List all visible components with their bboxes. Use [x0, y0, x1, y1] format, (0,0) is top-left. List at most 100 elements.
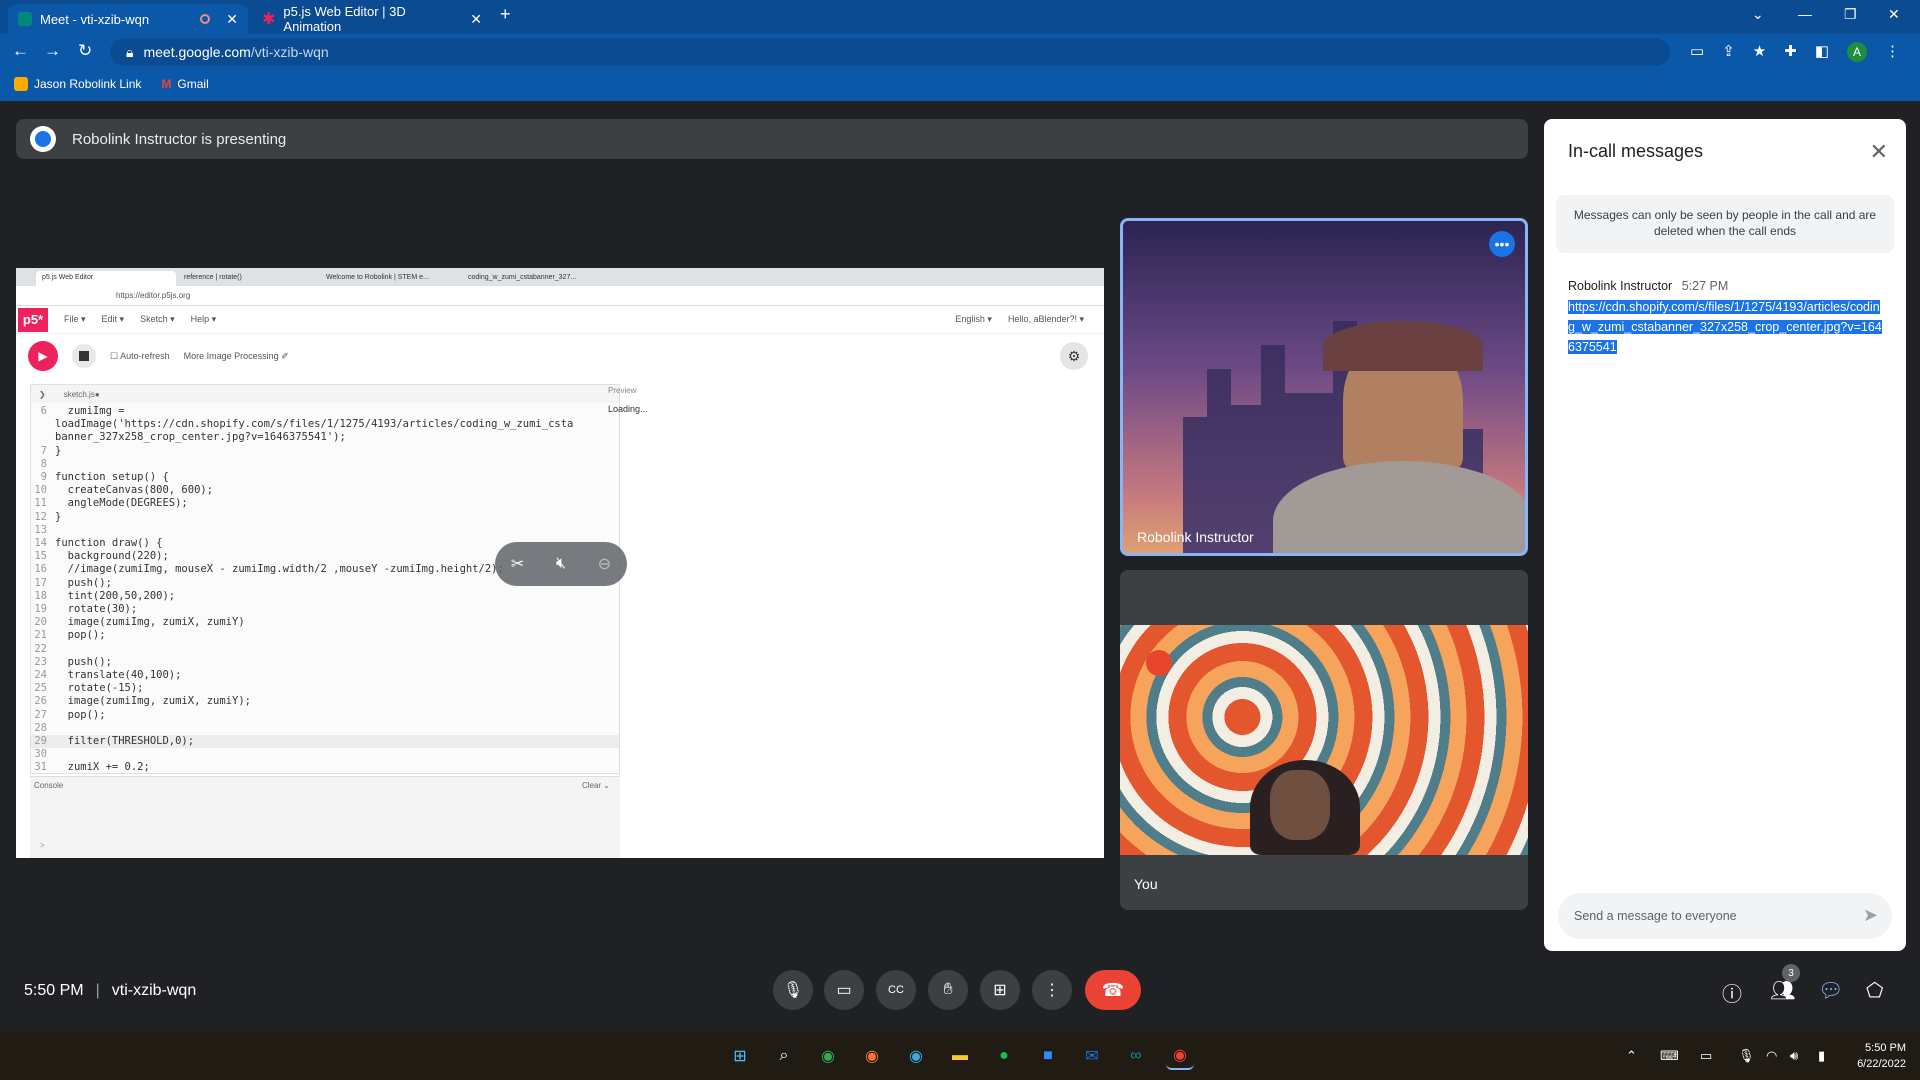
presenting-text: Robolink Instructor is presenting [72, 130, 287, 148]
file-name: sketch.js● [63, 389, 100, 399]
more-options-icon[interactable]: ••• [1489, 231, 1515, 257]
chrome-profile-icon[interactable]: ◉ [1166, 1042, 1194, 1070]
camera-toggle-icon[interactable]: ▭ [824, 970, 864, 1010]
message-link[interactable]: https://cdn.shopify.com/s/files/1/1275/4… [1568, 297, 1886, 357]
participant-name: Robolink Instructor [1137, 529, 1254, 545]
line-number: 28 [34, 721, 47, 734]
windows-start-icon[interactable]: ⊞ [726, 1042, 754, 1070]
code-line: 7} [31, 445, 619, 458]
close-tab-icon[interactable]: ✕ [226, 11, 238, 28]
preview-loading: Loading... [608, 404, 648, 414]
edge-icon[interactable]: ◉ [902, 1042, 930, 1070]
meeting-time: 5:50 PM [24, 982, 84, 999]
search-icon[interactable]: ⌕ [770, 1042, 798, 1070]
meeting-details-icon[interactable]: ⓘ [1722, 978, 1742, 1007]
arduino-icon[interactable]: ∞ [1122, 1042, 1150, 1070]
close-tab-icon[interactable]: ✕ [470, 11, 482, 28]
line-text: image(zumiImg, zumiX, zumiY) [55, 616, 245, 629]
bookmark-label: Gmail [177, 77, 209, 91]
line-text: tint(200,50,200); [55, 589, 176, 602]
console-prompt: > [40, 841, 45, 850]
minimize-icon[interactable]: — [1798, 6, 1812, 22]
wifi-icon[interactable]: ◠ [1766, 1048, 1777, 1064]
volume-icon[interactable]: 🔊︎ [1790, 1048, 1798, 1064]
toolbar: ← → ↻ 🔒︎ meet.google.com/vti-xzib-wqn ▭ … [0, 34, 1920, 70]
url-path: /vti-xzib-wqn [250, 44, 329, 60]
remove-icon[interactable]: ⊖ [598, 554, 611, 574]
star-icon[interactable]: ★ [1753, 42, 1766, 62]
captions-icon[interactable]: CC [876, 970, 916, 1010]
bookmark-gmail[interactable]: M Gmail [161, 77, 208, 91]
restore-icon[interactable]: ❐ [1844, 6, 1857, 23]
file-explorer-icon[interactable]: ▬ [946, 1042, 974, 1070]
chat-icon[interactable]: 💬︎ [1818, 978, 1843, 1003]
pin-off-icon[interactable]: ✂ [511, 554, 524, 574]
microphone-icon[interactable]: 🎙︎ [773, 970, 813, 1010]
participant-tile-you[interactable]: You [1120, 570, 1528, 910]
line-number: 20 [34, 616, 47, 629]
mic-tray-icon[interactable]: 🎙︎ [1738, 1048, 1755, 1064]
chrome-icon[interactable]: ◉ [814, 1042, 842, 1070]
expand-icon: ❯ [39, 389, 46, 399]
spotify-icon[interactable]: ● [990, 1042, 1018, 1070]
line-number: 7 [40, 444, 47, 457]
firefox-icon[interactable]: ◉ [858, 1042, 886, 1070]
reload-icon[interactable]: ↻ [78, 42, 92, 60]
stop-icon [72, 344, 96, 368]
line-text: background(220); [55, 550, 169, 563]
line-number: 13 [34, 523, 47, 536]
remote-mute-controls: ✂ 🔇︎ ⊖ [495, 542, 627, 586]
activities-icon[interactable]: ⬠ [1866, 978, 1883, 1003]
line-text: rotate(30); [55, 603, 138, 616]
camera-icon[interactable]: ▭ [1690, 42, 1704, 62]
raise-hand-icon[interactable]: ✋︎ [928, 970, 968, 1010]
present-icon[interactable]: ⊞ [980, 970, 1020, 1010]
share-icon[interactable]: ⇪ [1722, 42, 1735, 62]
keyboard-icon[interactable]: ⌨ [1660, 1048, 1679, 1064]
recording-icon [200, 14, 211, 24]
line-text: pop(); [55, 629, 106, 642]
battery-icon[interactable]: ▮ [1818, 1048, 1825, 1064]
message-text[interactable]: https://cdn.shopify.com/s/files/1/1275/4… [1568, 300, 1882, 354]
tab-meet[interactable]: Meet - vti-xzib-wqn ✕ [8, 4, 248, 34]
sun-circle [1146, 650, 1172, 676]
participant-name: You [1134, 876, 1158, 892]
address-bar[interactable]: 🔒︎ meet.google.com/vti-xzib-wqn [110, 38, 1670, 66]
send-icon[interactable]: ➤ [1863, 905, 1878, 926]
console-label: Console [34, 781, 64, 790]
sidepanel-icon[interactable]: ◧ [1815, 42, 1829, 62]
line-text: function setup() { [55, 471, 169, 484]
end-call-button[interactable]: ☎ [1085, 970, 1141, 1010]
chat-input[interactable]: Send a message to everyone ➤ [1558, 893, 1892, 939]
close-window-icon[interactable]: ✕ [1888, 6, 1900, 23]
line-number: 19 [34, 603, 47, 616]
separator: | [95, 982, 100, 999]
menu-icon[interactable]: ⋮ [1885, 42, 1900, 62]
new-tab-button[interactable]: + [500, 4, 511, 25]
settings-gear-icon: ⚙ [1060, 342, 1088, 370]
participant-tile-instructor[interactable]: ••• Robolink Instructor [1120, 218, 1528, 556]
bookmark-robolink[interactable]: Jason Robolink Link [14, 77, 141, 91]
system-clock[interactable]: 5:50 PM 6/22/2022 [1857, 1040, 1906, 1072]
extensions-icon[interactable]: ✚ [1784, 42, 1797, 62]
tab-p5js[interactable]: ✱ p5.js Web Editor | 3D Animation ✕ [252, 4, 492, 34]
mute-icon[interactable]: 🔇︎ [556, 555, 566, 573]
tab-search-icon[interactable]: ⌄ [1752, 6, 1764, 23]
line-number: 16 [34, 563, 47, 576]
forward-icon[interactable]: → [44, 42, 61, 60]
mail-icon[interactable]: ✉ [1078, 1042, 1106, 1070]
line-text: zumiX += 0.2; [55, 761, 150, 774]
display-icon[interactable]: ▭ [1700, 1048, 1712, 1064]
line-text: pop(); [55, 708, 106, 721]
p5-logo: p5* [18, 307, 48, 332]
zoom-icon[interactable]: ■ [1034, 1042, 1062, 1070]
profile-avatar[interactable]: A [1847, 42, 1867, 62]
back-icon[interactable]: ← [12, 42, 29, 60]
more-options-icon[interactable]: ⋮ [1032, 970, 1072, 1010]
self-face [1270, 770, 1330, 840]
url-host: meet.google.com [143, 44, 251, 60]
code-line: 26 image(zumiImg, zumiX, zumiY); [31, 695, 619, 708]
close-icon[interactable]: ✕ [1870, 139, 1888, 165]
tray-chevron-icon[interactable]: ⌃ [1626, 1048, 1637, 1064]
code-line: 9 function setup() { [31, 471, 619, 484]
